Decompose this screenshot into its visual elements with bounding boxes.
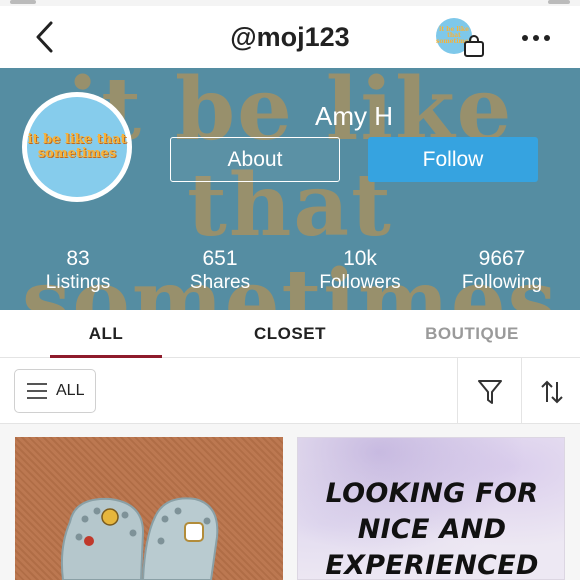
sort-button[interactable] bbox=[532, 375, 572, 409]
avatar-logo-text: it be like that sometimes bbox=[27, 132, 127, 161]
stat-value: 651 bbox=[202, 247, 238, 270]
tab-closet[interactable]: CLOSET bbox=[210, 310, 370, 358]
profile-name: Amy H bbox=[315, 101, 393, 131]
about-button[interactable]: About bbox=[170, 137, 340, 182]
stat-listings[interactable]: 83 Listings bbox=[8, 246, 148, 295]
stat-label: Following bbox=[461, 272, 543, 293]
listing-card[interactable] bbox=[15, 437, 283, 580]
listing-headline: LOOKING FOR NICE AND EXPERIENCED bbox=[325, 478, 539, 580]
stat-following[interactable]: 9667 Following bbox=[432, 246, 572, 295]
more-options-button[interactable] bbox=[516, 26, 556, 50]
all-categories-button[interactable]: ALL bbox=[14, 369, 96, 413]
cart-button[interactable]: it be like that sometimes bbox=[436, 16, 490, 62]
avatar[interactable]: it be like that sometimes bbox=[22, 92, 132, 202]
clogs-photo bbox=[60, 497, 219, 580]
filter-button[interactable] bbox=[470, 375, 510, 409]
stat-shares[interactable]: 651 Shares bbox=[150, 246, 290, 295]
stat-value: 9667 bbox=[478, 247, 526, 270]
all-categories-label: ALL bbox=[56, 382, 85, 399]
tab-boutique[interactable]: BOUTIQUE bbox=[392, 310, 552, 358]
tab-all[interactable]: ALL bbox=[26, 310, 186, 358]
stat-label: Shares bbox=[189, 272, 251, 293]
follow-button[interactable]: Follow bbox=[368, 137, 538, 182]
stat-label: Listings bbox=[45, 272, 111, 293]
more-dots-icon bbox=[522, 35, 550, 41]
profile-banner: it be like that sometimes it be like tha… bbox=[0, 68, 580, 310]
top-navigation-bar: @moj123 it be like that sometimes bbox=[0, 6, 580, 68]
hamburger-menu-icon bbox=[27, 383, 47, 399]
closet-tabs: ALL CLOSET BOUTIQUE bbox=[0, 310, 580, 358]
stat-label: Followers bbox=[319, 272, 401, 293]
funnel-filter-icon bbox=[478, 380, 502, 404]
divider bbox=[457, 358, 458, 424]
stat-value: 83 bbox=[66, 247, 90, 270]
profile-stats: 83 Listings 651 Shares 10k Followers 966… bbox=[0, 246, 580, 302]
page-title: @moj123 bbox=[230, 22, 350, 52]
filter-bar: ALL bbox=[0, 358, 580, 424]
stat-followers[interactable]: 10k Followers bbox=[290, 246, 430, 295]
divider bbox=[521, 358, 522, 424]
stat-value: 10k bbox=[343, 247, 377, 270]
sort-arrows-icon bbox=[541, 380, 563, 404]
listing-card[interactable]: LOOKING FOR NICE AND EXPERIENCED bbox=[297, 437, 565, 580]
shopping-bag-icon bbox=[464, 35, 484, 57]
